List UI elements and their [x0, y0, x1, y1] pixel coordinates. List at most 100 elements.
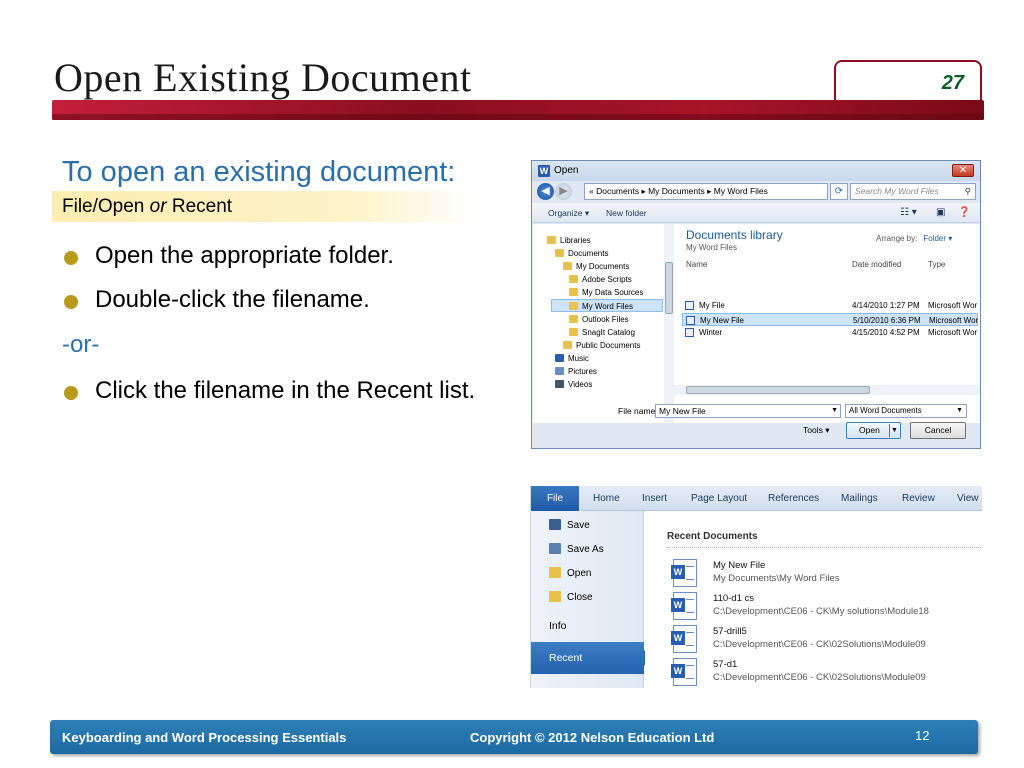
menu-save[interactable]: Save: [549, 518, 590, 534]
open-button[interactable]: Open ▼: [846, 422, 901, 439]
word-doc-icon: [685, 301, 694, 310]
tab-insert[interactable]: Insert: [642, 493, 667, 504]
preview-pane-icon[interactable]: ▣: [936, 207, 945, 218]
tree-item-music[interactable]: Music: [555, 352, 589, 365]
folder-icon: [569, 275, 578, 283]
menu-info[interactable]: Info: [549, 620, 567, 632]
search-placeholder: Search My Word Files: [855, 186, 939, 196]
view-icon[interactable]: ☷ ▾: [900, 207, 917, 218]
file-row[interactable]: My File 4/14/2010 1:27 PM Microsoft Wor: [682, 299, 978, 312]
tree-item-videos[interactable]: Videos: [555, 378, 592, 391]
column-header-date[interactable]: Date modified: [852, 260, 901, 269]
address-row: ◀ ▶ « Documents ▸ My Documents ▸ My Word…: [532, 181, 980, 203]
arrange-by: Arrange by: Folder ▾: [876, 234, 953, 243]
tree-scrollbar[interactable]: [664, 224, 674, 423]
tab-file[interactable]: File: [531, 486, 579, 511]
folder-icon: [569, 288, 578, 296]
search-input[interactable]: Search My Word Files ⚲: [850, 183, 976, 200]
file-name-input[interactable]: My New File ▼: [655, 404, 841, 418]
recent-doc-name: 57-d1: [713, 659, 738, 670]
column-header-name[interactable]: Name: [686, 260, 707, 269]
column-header-type[interactable]: Type: [928, 260, 945, 269]
file-type-select[interactable]: All Word Documents ▼: [845, 404, 967, 418]
recent-document-item[interactable]: 57-d1 C:\Development\CE06 - CK\02Solutio…: [671, 658, 973, 688]
tools-button[interactable]: Tools ▾: [803, 425, 829, 436]
navigation-tree: Libraries Documents My Documents Adobe S…: [533, 224, 673, 423]
footer-course-title: Keyboarding and Word Processing Essentia…: [62, 730, 347, 745]
menu-close[interactable]: Close: [549, 590, 593, 606]
horizontal-scrollbar[interactable]: [674, 385, 980, 395]
open-dialog: W Open ✕ ◀ ▶ « Documents ▸ My Documents …: [531, 160, 981, 449]
address-bar[interactable]: « Documents ▸ My Documents ▸ My Word Fil…: [584, 183, 828, 200]
ribbon-tabs: File Home Insert Page Layout References …: [531, 486, 982, 511]
chevron-down-icon[interactable]: ▼: [889, 424, 899, 437]
file-date: 4/14/2010 1:27 PM: [852, 301, 920, 310]
chevron-down-icon: ▼: [831, 407, 838, 414]
menu-open[interactable]: Open: [549, 566, 591, 582]
dialog-title-bar: W Open ✕: [532, 161, 980, 181]
footer-bar: Keyboarding and Word Processing Essentia…: [50, 720, 978, 754]
bullet-text: Open the appropriate folder.: [95, 242, 394, 269]
recent-documents-title: Recent Documents: [667, 531, 758, 542]
tree-item-my-data-sources[interactable]: My Data Sources: [569, 286, 643, 299]
back-arrow-icon[interactable]: ◀: [537, 183, 554, 200]
scrollbar-thumb[interactable]: [665, 262, 673, 314]
folder-icon: [569, 302, 578, 310]
tree-item-outlook-files[interactable]: Outlook Files: [569, 313, 629, 326]
tab-page-layout[interactable]: Page Layout: [691, 493, 747, 504]
cancel-button[interactable]: Cancel: [910, 422, 966, 439]
recent-document-item[interactable]: My New File My Documents\My Word Files: [671, 559, 973, 591]
help-icon[interactable]: ❓: [958, 207, 970, 218]
tree-item-documents[interactable]: Documents: [555, 247, 608, 260]
menu-save-as[interactable]: Save As: [549, 542, 604, 558]
tree-item-my-documents[interactable]: My Documents: [563, 260, 629, 273]
bullet-dot-icon: [64, 386, 78, 400]
recent-document-item[interactable]: 110-d1 cs C:\Development\CE06 - CK\My so…: [671, 592, 973, 624]
folder-icon: [563, 262, 572, 270]
tree-item-my-word-files[interactable]: My Word Files: [551, 299, 663, 312]
footer-copyright: Copyright © 2012 Nelson Education Ltd: [470, 730, 715, 745]
file-row-selected[interactable]: My New File 5/10/2010 6:36 PM Microsoft …: [682, 313, 978, 326]
recent-doc-name: 57-drill5: [713, 626, 747, 637]
refresh-icon[interactable]: ⟳: [830, 183, 848, 200]
highlight-pre: File/Open: [62, 196, 150, 217]
backstage-menu: Save Save As Open Close Info Recent: [531, 511, 652, 688]
highlight-or: or: [149, 196, 167, 217]
close-button[interactable]: ✕: [952, 164, 974, 177]
file-name: My File: [699, 301, 725, 310]
backstage-view: File Home Insert Page Layout References …: [530, 486, 982, 688]
tree-item-adobe-scripts[interactable]: Adobe Scripts: [569, 273, 632, 286]
tree-item-pictures[interactable]: Pictures: [555, 365, 597, 378]
title-decoration-bar: [52, 100, 984, 120]
file-name: Winter: [699, 328, 723, 337]
tree-item-snagit-catalog[interactable]: SnagIt Catalog: [569, 326, 635, 339]
tab-mailings[interactable]: Mailings: [841, 493, 878, 504]
bullet-text: Click the filename in the Recent list.: [95, 377, 476, 404]
bullet-dot-icon: [64, 251, 78, 265]
tab-references[interactable]: References: [768, 493, 819, 504]
word-doc-icon: [671, 559, 697, 587]
organize-button[interactable]: Organize ▾: [548, 208, 589, 219]
slide-number: 27: [941, 72, 964, 94]
tree-item-libraries[interactable]: Libraries: [547, 234, 591, 247]
tree-item-public-documents[interactable]: Public Documents: [563, 339, 640, 352]
folder-icon: [569, 328, 578, 336]
scrollbar-thumb[interactable]: [686, 386, 870, 394]
recent-documents-pane: Recent Documents My New File My Document…: [645, 511, 982, 688]
new-folder-button[interactable]: New folder: [606, 208, 647, 218]
arrange-by-dropdown[interactable]: Folder ▾: [923, 234, 952, 243]
tab-review[interactable]: Review: [902, 493, 935, 504]
tab-home[interactable]: Home: [593, 493, 620, 504]
recent-document-item[interactable]: 57-drill5 C:\Development\CE06 - CK\02Sol…: [671, 625, 973, 657]
file-row[interactable]: Winter 4/15/2010 4:52 PM Microsoft Wor: [682, 326, 978, 339]
menu-recent[interactable]: Recent: [531, 642, 652, 674]
recent-doc-name: My New File: [713, 560, 766, 571]
dialog-toolbar: Organize ▾ New folder ☷ ▾ ▣ ❓: [532, 203, 980, 223]
forward-arrow-icon[interactable]: ▶: [555, 183, 572, 200]
tab-view[interactable]: View: [957, 493, 979, 504]
word-doc-icon: [671, 625, 697, 653]
highlight-text: File/Open or Recent: [62, 196, 232, 218]
bullet-dot-icon: [64, 295, 78, 309]
library-subtitle: My Word Files: [686, 243, 737, 252]
music-icon: [555, 354, 564, 362]
